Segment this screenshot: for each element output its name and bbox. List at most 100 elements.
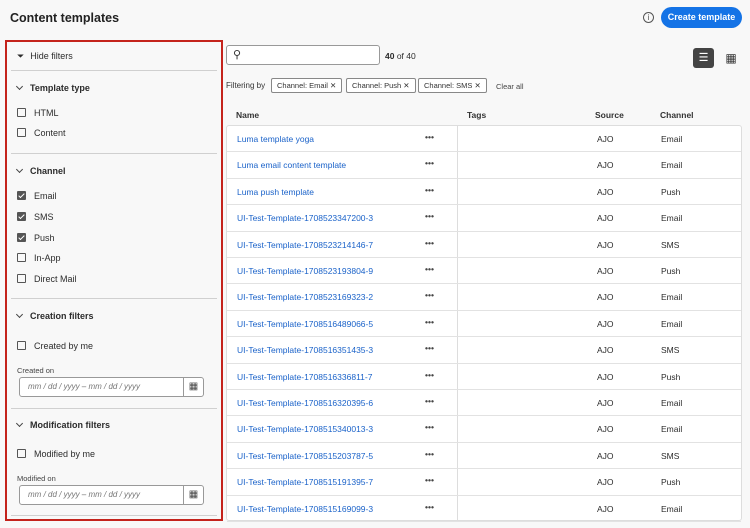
more-actions-icon[interactable]: ••• (425, 475, 434, 485)
template-name-link[interactable]: Luma email content template (237, 160, 346, 170)
creation-filters-toggle[interactable]: Creation filters (15, 310, 94, 321)
more-actions-icon[interactable]: ••• (425, 132, 434, 142)
calendar-icon[interactable]: ▦ (183, 486, 203, 504)
grid-view-button[interactable]: ▦ (723, 48, 739, 68)
checkbox-modified-by-me[interactable]: Modified by me (17, 449, 95, 459)
template-name-link[interactable]: UI-Test-Template-1708523214146-7 (237, 240, 373, 250)
more-actions-icon[interactable]: ••• (425, 290, 434, 300)
close-icon[interactable]: ✕ (330, 81, 336, 90)
checkbox-label: Content (34, 128, 66, 138)
table-row[interactable]: UI-Test-Template-1708516320395-6 ••• AJO… (227, 390, 741, 417)
table-row[interactable]: UI-Test-Template-1708523214146-7 ••• AJO… (227, 232, 741, 258)
column-header-tags[interactable]: Tags (467, 110, 486, 120)
more-actions-icon[interactable]: ••• (425, 185, 434, 195)
template-name-link[interactable]: Luma push template (237, 187, 314, 197)
clear-all-button[interactable]: Clear all (496, 82, 524, 91)
checkbox-sms[interactable]: SMS (17, 212, 54, 222)
template-name-link[interactable]: UI-Test-Template-1708523347200-3 (237, 213, 373, 223)
template-name-link[interactable]: UI-Test-Template-1708516351435-3 (237, 345, 373, 355)
checkbox-label: In-App (34, 253, 61, 263)
source-cell: AJO (597, 318, 614, 329)
table-row[interactable]: UI-Test-Template-1708515169099-3 ••• AJO… (227, 496, 741, 522)
more-actions-icon[interactable]: ••• (425, 317, 434, 327)
checkbox-push[interactable]: Push (17, 233, 55, 243)
close-icon[interactable]: ✕ (403, 81, 409, 90)
table-row[interactable]: UI-Test-Template-1708516336811-7 ••• AJO… (227, 364, 741, 390)
checkbox-icon (17, 341, 26, 350)
template-type-toggle[interactable]: Template type (15, 82, 90, 93)
checkbox-label: Email (34, 191, 57, 201)
close-icon[interactable]: ✕ (474, 81, 480, 90)
channel-cell: Email (661, 318, 683, 329)
table-row[interactable]: UI-Test-Template-1708515203787-5 ••• AJO… (227, 443, 741, 470)
column-header-channel[interactable]: Channel (660, 110, 694, 120)
list-view-button[interactable]: ☰ (693, 48, 714, 68)
section-title: Creation filters (30, 311, 94, 321)
more-actions-icon[interactable]: ••• (425, 502, 434, 512)
checkbox-email[interactable]: Email (17, 191, 57, 201)
table-row[interactable]: UI-Test-Template-1708515191395-7 ••• AJO… (227, 469, 741, 496)
calendar-icon[interactable]: ▦ (183, 378, 203, 396)
template-name-link[interactable]: UI-Test-Template-1708515340013-3 (237, 424, 373, 434)
modified-on-date-range[interactable]: mm / dd / yyyy – mm / dd / yyyy ▦ (19, 485, 204, 505)
template-name-link[interactable]: UI-Test-Template-1708516336811-7 (237, 372, 372, 382)
filter-chip-email[interactable]: Channel: Email ✕ (271, 78, 343, 93)
more-actions-icon[interactable]: ••• (425, 343, 434, 353)
more-actions-icon[interactable]: ••• (425, 449, 434, 459)
create-template-button[interactable]: Create template (661, 7, 742, 28)
table-row[interactable]: UI-Test-Template-1708523193804-9 ••• AJO… (227, 258, 741, 285)
created-on-label: Created on (17, 366, 55, 375)
hide-filters-button[interactable]: ⏷ Hide filters (17, 51, 73, 62)
created-on-date-range[interactable]: mm / dd / yyyy – mm / dd / yyyy ▦ (19, 377, 204, 397)
column-header-name[interactable]: Name (236, 110, 259, 120)
table-row[interactable]: UI-Test-Template-1708516351435-3 ••• AJO… (227, 337, 741, 364)
filter-chip-push[interactable]: Channel: Push ✕ (346, 78, 416, 93)
table-row[interactable]: UI-Test-Template-1708515340013-3 ••• AJO… (227, 416, 741, 443)
table-row[interactable]: UI-Test-Template-1708523169323-2 ••• AJO… (227, 284, 741, 311)
filter-chip-sms[interactable]: Channel: SMS ✕ (418, 78, 487, 93)
more-actions-icon[interactable]: ••• (425, 211, 434, 221)
more-actions-icon[interactable]: ••• (425, 264, 434, 274)
channel-cell: Email (661, 398, 683, 408)
source-cell: AJO (597, 292, 614, 303)
source-cell: AJO (597, 213, 614, 224)
more-actions-icon[interactable]: ••• (425, 422, 434, 432)
more-actions-icon[interactable]: ••• (425, 370, 434, 380)
checkbox-content[interactable]: Content (17, 128, 66, 138)
table-row[interactable]: Luma email content template ••• AJO Emai… (227, 152, 741, 179)
channel-cell: Email (661, 213, 683, 224)
table-row[interactable]: UI-Test-Template-1708523347200-3 ••• AJO… (227, 205, 741, 232)
source-cell: AJO (597, 424, 614, 435)
info-icon[interactable]: i (643, 12, 654, 23)
source-cell: AJO (597, 477, 614, 488)
column-header-source[interactable]: Source (595, 110, 624, 120)
more-actions-icon[interactable]: ••• (425, 396, 434, 406)
channel-cell: Email (661, 292, 683, 303)
checkbox-html[interactable]: HTML (17, 108, 59, 118)
search-input[interactable]: ⚲ (226, 45, 380, 65)
checkbox-checked-icon (17, 191, 26, 200)
channel-cell: Push (661, 186, 681, 197)
table-row[interactable]: Luma template yoga ••• AJO Email (227, 126, 741, 153)
template-name-link[interactable]: UI-Test-Template-1708523193804-9 (237, 266, 373, 276)
checkbox-created-by-me[interactable]: Created by me (17, 341, 93, 351)
more-actions-icon[interactable]: ••• (425, 238, 434, 248)
divider (11, 408, 217, 409)
template-name-link[interactable]: Luma template yoga (237, 134, 314, 144)
checkbox-in-app[interactable]: In-App (17, 253, 61, 263)
table-row[interactable]: UI-Test-Template-1708516489066-5 ••• AJO… (227, 311, 741, 338)
channel-cell: SMS (661, 239, 680, 250)
template-name-link[interactable]: UI-Test-Template-1708516320395-6 (237, 398, 373, 408)
template-name-link[interactable]: UI-Test-Template-1708516489066-5 (237, 319, 373, 329)
template-name-link[interactable]: UI-Test-Template-1708515191395-7 (237, 477, 373, 487)
channel-cell: Email (661, 424, 683, 435)
template-name-link[interactable]: UI-Test-Template-1708515203787-5 (237, 451, 373, 461)
checkbox-direct-mail[interactable]: Direct Mail (17, 274, 77, 284)
template-name-link[interactable]: UI-Test-Template-1708523169323-2 (237, 292, 373, 302)
channel-toggle[interactable]: Channel (15, 165, 66, 176)
more-actions-icon[interactable]: ••• (425, 158, 434, 168)
template-name-link[interactable]: UI-Test-Template-1708515169099-3 (237, 504, 373, 514)
modification-filters-toggle[interactable]: Modification filters (15, 419, 110, 430)
table-row[interactable]: Luma push template ••• AJO Push (227, 179, 741, 206)
chip-label: Channel: Email (277, 81, 328, 90)
